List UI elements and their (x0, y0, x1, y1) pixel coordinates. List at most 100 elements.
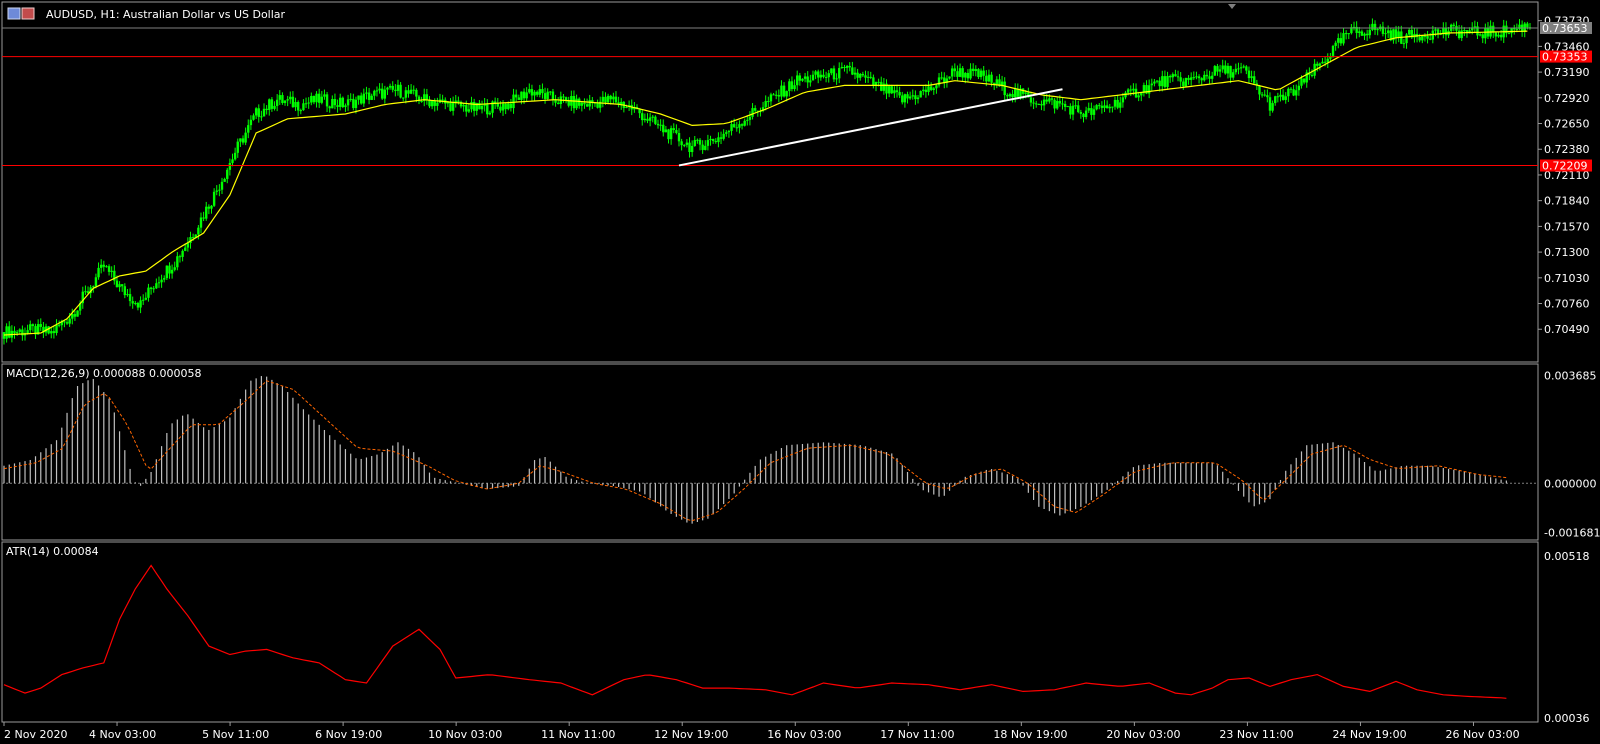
candle-body (971, 68, 975, 71)
candle-body (107, 266, 111, 272)
candle-body (1168, 75, 1172, 78)
candle-body (869, 76, 872, 78)
candle-body (793, 85, 796, 90)
candle-body (1247, 70, 1251, 79)
candle-body (73, 314, 77, 317)
candle-body (1063, 103, 1067, 107)
candle-body (480, 105, 484, 110)
candle-body (1515, 28, 1519, 30)
time-x-axis[interactable]: 2 Nov 2020 4 Nov 03:00 5 Nov 11:00 6 Nov 19… (3, 722, 1520, 741)
chart-canvas[interactable]: AUDUSD, H1: Australian Dollar vs US Doll… (0, 0, 1600, 744)
candle-body (845, 65, 849, 68)
macd-y-axis[interactable]: 0.003685 0.000000 -0.001681 (1544, 369, 1600, 539)
candle-body (273, 105, 276, 109)
candle-body (1071, 105, 1075, 115)
candle-body (859, 73, 862, 78)
candle-body (1037, 104, 1041, 106)
candle-body (1050, 98, 1054, 100)
candle-body (843, 66, 846, 68)
atr-y-axis[interactable]: 0.00518 0.00036 (1544, 550, 1590, 725)
candle-body (18, 329, 21, 332)
candle-body (52, 331, 56, 334)
candle-body (1344, 33, 1348, 35)
candle-body (551, 91, 555, 100)
candle-body (1032, 102, 1035, 104)
macd-pane-border (1, 363, 1539, 541)
candle-body (181, 250, 184, 257)
candle-body (935, 85, 938, 89)
candle-body (136, 303, 140, 308)
atr-pane[interactable]: ATR(14) 0.00084 (1, 541, 1539, 723)
candle-body (486, 103, 489, 115)
candle-body (1478, 34, 1482, 36)
candle-body (1260, 94, 1264, 96)
candle-body (254, 108, 258, 116)
candle-body (307, 102, 310, 104)
candle-body (530, 89, 534, 96)
candle-body (1245, 66, 1248, 71)
candle-body (1232, 72, 1235, 78)
candle-body (966, 72, 970, 79)
candle-body (1323, 61, 1327, 63)
candle-body (1098, 105, 1101, 107)
candle-body (1263, 94, 1266, 96)
candle-body (499, 106, 502, 111)
candle-body (346, 99, 350, 106)
candle-body (399, 84, 402, 98)
candle-body (798, 75, 802, 81)
candle-body (688, 142, 691, 153)
candle-body (956, 71, 959, 77)
candle-body (675, 130, 678, 133)
candle-body (504, 103, 507, 110)
candle-body (1108, 106, 1111, 109)
candle-body (57, 324, 61, 326)
candle-body (572, 96, 576, 109)
candle-body (105, 266, 108, 268)
candle-body (362, 93, 366, 104)
candle-body (1087, 108, 1090, 111)
candle-body (15, 331, 19, 334)
candle-body (233, 152, 237, 160)
candle-body (953, 68, 956, 72)
candle-body (404, 90, 408, 98)
chart-window[interactable]: AUDUSD, H1: Australian Dollar vs US Doll… (0, 0, 1600, 744)
candle-body (711, 138, 715, 142)
candle-body (520, 91, 523, 100)
candle-body (1003, 81, 1006, 96)
candle-body (872, 77, 875, 86)
candle-body (601, 96, 605, 102)
candle-body (880, 81, 883, 91)
candle-body (176, 256, 179, 268)
candle-body (373, 90, 376, 96)
candle-body (1497, 34, 1500, 37)
candle-body (149, 287, 153, 289)
candle-body (92, 286, 95, 288)
candle-body (890, 86, 893, 94)
candle-body (853, 72, 857, 75)
candle-body (191, 237, 195, 239)
candle-body (507, 103, 510, 110)
candle-body (310, 95, 313, 103)
candle-body (840, 66, 844, 69)
price-pane[interactable]: AUDUSD, H1: Australian Dollar vs US Doll… (1, 1, 1539, 363)
candle-body (134, 303, 137, 305)
candle-body (299, 110, 302, 112)
macd-pane[interactable]: MACD(12,26,9) 0.000088 0.000058 (1, 363, 1539, 541)
candle-body (1129, 89, 1132, 91)
candle-body (803, 76, 807, 79)
candle-body (1124, 92, 1127, 98)
shift-marker-icon[interactable] (1228, 4, 1236, 9)
candle-body (641, 113, 644, 121)
candle-body (704, 145, 707, 150)
candle-body (65, 322, 69, 324)
candle-body (1084, 110, 1088, 118)
candle-body (1321, 61, 1324, 64)
candle-body (1203, 74, 1206, 81)
candle-body (1268, 97, 1272, 111)
candle-body (365, 92, 368, 94)
candle-body (29, 324, 32, 331)
candle-body (1111, 106, 1114, 108)
candle-body (740, 124, 744, 126)
candle-body (241, 138, 245, 143)
candle-body (1434, 29, 1437, 31)
